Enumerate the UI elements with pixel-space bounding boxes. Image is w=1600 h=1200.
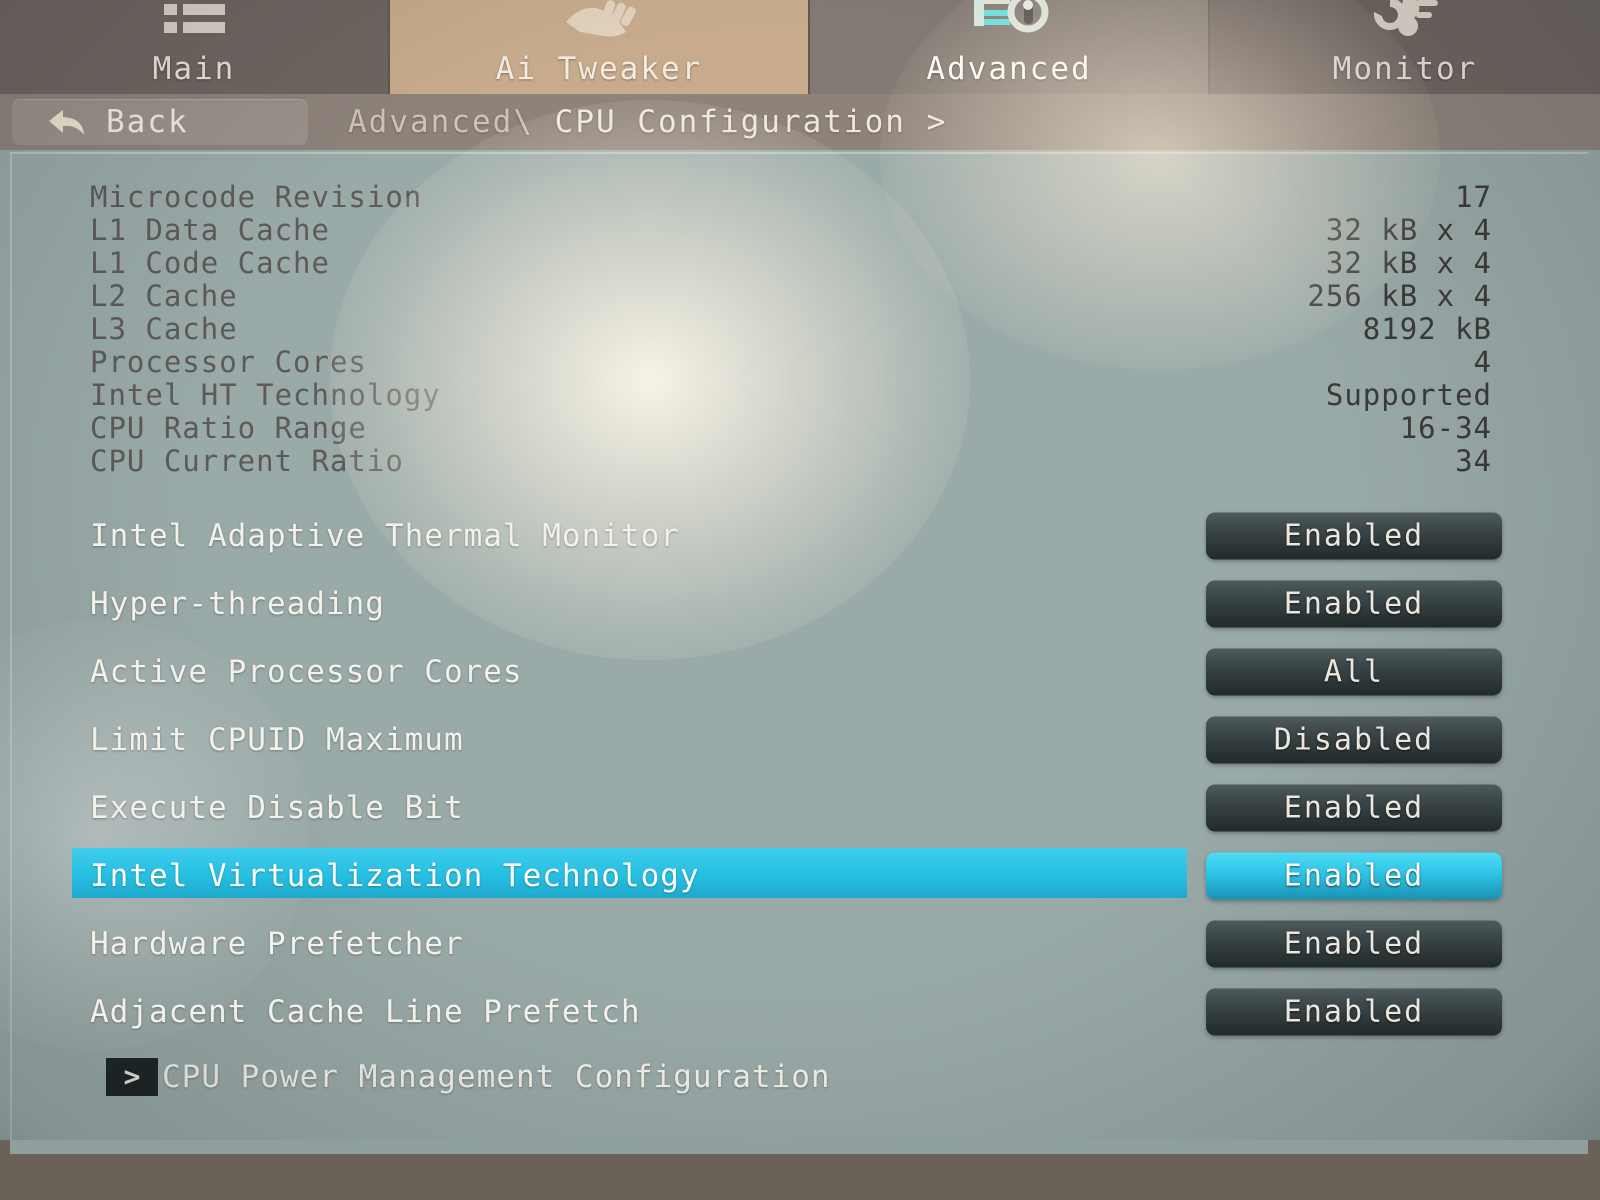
info-row: Processor Cores 4: [90, 344, 1510, 379]
info-row-value: 8192 kB: [1362, 311, 1492, 346]
tab-monitor-label: Monitor: [1332, 51, 1478, 87]
cpu-gear-icon: [964, 0, 1054, 44]
cpu-configuration-panel: Microcode Revision 17 L1 Data Cache 32 kB x…: [10, 152, 1588, 1140]
chevron-right-icon: >: [926, 104, 948, 140]
panel-bottom-edge: [10, 1140, 1588, 1154]
tab-ai-tweaker-label: Ai Tweaker: [495, 51, 703, 87]
info-row-label: Intel HT Technology: [90, 377, 441, 412]
tab-main-label: Main: [152, 51, 236, 87]
list-icon: [149, 0, 239, 44]
setting-label: Hyper-threading: [90, 586, 385, 622]
tab-advanced[interactable]: Advanced: [810, 0, 1210, 94]
info-row-label: L3 Cache: [90, 311, 238, 346]
breadcrumb-parent[interactable]: Advanced\: [348, 104, 534, 140]
info-row: L2 Cache 256 kB x 4: [90, 278, 1510, 313]
main-navigation-tabs: Main Ai Tweaker Advanced Monitor: [0, 0, 1600, 94]
info-row-value: Supported: [1325, 377, 1492, 412]
setting-value-button[interactable]: Enabled: [1206, 988, 1502, 1036]
fan-temp-icon: [1360, 0, 1450, 44]
info-row: Intel HT Technology Supported: [90, 377, 1510, 412]
breadcrumb-current: CPU Configuration: [554, 104, 906, 140]
info-row-value: 16-34: [1399, 410, 1492, 445]
info-row-label: Microcode Revision: [90, 179, 423, 214]
setting-label: Active Processor Cores: [90, 654, 523, 690]
setting-value-button[interactable]: Enabled: [1206, 852, 1502, 900]
info-row-label: Processor Cores: [90, 344, 367, 379]
bottom-bezel: [0, 1140, 1600, 1200]
info-row-label: CPU Current Ratio: [90, 443, 404, 478]
info-row-label: L1 Code Cache: [90, 245, 330, 280]
chevron-right-icon: >: [106, 1058, 158, 1096]
info-row-value: 32 kB x 4: [1325, 245, 1492, 280]
setting-value-button[interactable]: Enabled: [1206, 784, 1502, 832]
tab-monitor[interactable]: Monitor: [1210, 0, 1600, 94]
back-arrow-icon: [46, 105, 88, 139]
setting-row[interactable]: Hyper-threading Enabled: [12, 570, 1590, 638]
tab-main[interactable]: Main: [0, 0, 390, 94]
setting-label: Intel Virtualization Technology: [90, 858, 700, 894]
setting-value-button[interactable]: Disabled: [1206, 716, 1502, 764]
info-row-value: 4: [1473, 344, 1492, 379]
setting-value-button[interactable]: Enabled: [1206, 580, 1502, 628]
setting-value-button[interactable]: Enabled: [1206, 512, 1502, 560]
info-row-label: CPU Ratio Range: [90, 410, 367, 445]
info-row: CPU Current Ratio 34: [90, 443, 1510, 478]
cpu-info-list: Microcode Revision 17 L1 Data Cache 32 kB x…: [90, 179, 1510, 478]
breadcrumb-bar: Back Advanced\ CPU Configuration >: [0, 94, 1600, 150]
setting-label: Hardware Prefetcher: [90, 926, 464, 962]
setting-row[interactable]: Adjacent Cache Line Prefetch Enabled: [12, 978, 1590, 1046]
setting-label: Adjacent Cache Line Prefetch: [90, 994, 641, 1030]
setting-row[interactable]: Intel Adaptive Thermal Monitor Enabled: [12, 502, 1590, 570]
back-button[interactable]: Back: [12, 99, 308, 145]
info-row: L1 Code Cache 32 kB x 4: [90, 245, 1510, 280]
info-row-value: 32 kB x 4: [1325, 212, 1492, 247]
setting-label: Limit CPUID Maximum: [90, 722, 464, 758]
info-row-value: 17: [1455, 179, 1492, 214]
submenu-row-cpu-power-management[interactable]: > CPU Power Management Configuration: [12, 1046, 1590, 1108]
back-button-label: Back: [106, 104, 189, 140]
info-row: L1 Data Cache 32 kB x 4: [90, 212, 1510, 247]
info-row-value: 256 kB x 4: [1307, 278, 1492, 313]
setting-row[interactable]: Hardware Prefetcher Enabled: [12, 910, 1590, 978]
setting-row[interactable]: Execute Disable Bit Enabled: [12, 774, 1590, 842]
info-row-label: L1 Data Cache: [90, 212, 330, 247]
info-row: L3 Cache 8192 kB: [90, 311, 1510, 346]
setting-row[interactable]: Limit CPUID Maximum Disabled: [12, 706, 1590, 774]
cpu-settings-list: Intel Adaptive Thermal Monitor Enabled Hyp…: [12, 502, 1590, 1108]
bios-screen: Main Ai Tweaker Advanced Monitor Back Ad…: [0, 0, 1600, 1200]
setting-row[interactable]: Active Processor Cores All: [12, 638, 1590, 706]
setting-label: Execute Disable Bit: [90, 790, 464, 826]
setting-row[interactable]: Intel Virtualization Technology Enabled: [12, 842, 1590, 910]
info-row: Microcode Revision 17: [90, 179, 1510, 214]
tab-advanced-label: Advanced: [926, 51, 1092, 87]
setting-value-button[interactable]: Enabled: [1206, 920, 1502, 968]
setting-value-button[interactable]: All: [1206, 648, 1502, 696]
setting-label: Intel Adaptive Thermal Monitor: [90, 518, 680, 554]
info-row-label: L2 Cache: [90, 278, 238, 313]
info-row: CPU Ratio Range 16-34: [90, 410, 1510, 445]
submenu-label: CPU Power Management Configuration: [162, 1059, 831, 1095]
tab-ai-tweaker[interactable]: Ai Tweaker: [390, 0, 810, 94]
breadcrumb: Advanced\ CPU Configuration >: [348, 104, 947, 140]
info-row-value: 34: [1455, 443, 1492, 478]
hand-tune-icon: [554, 0, 644, 44]
